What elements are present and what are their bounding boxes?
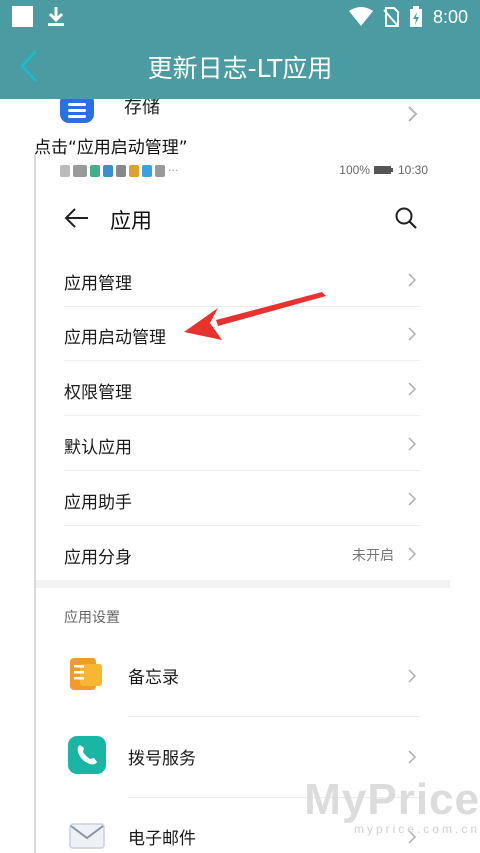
phone-page-title: 应用: [110, 209, 152, 233]
divider: [64, 525, 420, 526]
phone-battery-percent: 100%: [339, 163, 370, 177]
chevron-right-icon: [408, 273, 417, 287]
menu-item-value: 未开启: [352, 548, 394, 564]
section-separator: [36, 580, 450, 588]
app-bar: 更新日志-LT应用: [0, 33, 480, 99]
chevron-right-icon: [408, 750, 417, 764]
annotation-arrow: [184, 292, 326, 340]
phone-battery-icon: [373, 166, 393, 174]
page-title: 更新日志-LT应用: [147, 54, 333, 83]
chevron-right-icon: [408, 669, 417, 683]
app-row-memo[interactable]: 备忘录: [36, 637, 450, 717]
status-bar: 8:00: [0, 0, 480, 33]
phone-icon: [68, 736, 106, 774]
chevron-right-icon: [408, 327, 417, 341]
menu-item-label: 应用管理: [64, 274, 132, 294]
watermark: MyPrice myprice.com.cn: [300, 778, 480, 853]
download-icon: [48, 7, 64, 26]
menu-item-label: 应用助手: [64, 493, 132, 513]
menu-item-app-assistant[interactable]: 应用助手: [36, 472, 450, 526]
menu-item-app-twin[interactable]: 应用分身 未开启: [36, 527, 450, 581]
notification-icons: ···: [60, 164, 179, 177]
partial-storage-row: 存储: [0, 99, 480, 129]
divider: [128, 716, 420, 717]
menu-item-label: 权限管理: [64, 383, 132, 403]
embedded-screenshot: ··· 100% 10:30 应用 应用管理 应用启动管理 权限管理 默认应用 …: [34, 155, 450, 853]
app-label: 拨号服务: [128, 749, 196, 769]
watermark-url: myprice.com.cn: [353, 822, 480, 836]
menu-item-label: 默认应用: [64, 438, 132, 458]
divider: [64, 415, 420, 416]
memo-icon: [70, 658, 102, 690]
menu-item-default-apps[interactable]: 默认应用: [36, 417, 450, 471]
storage-icon: [60, 99, 94, 123]
email-icon: [69, 823, 105, 849]
phone-time: 10:30: [397, 163, 428, 177]
chevron-right-icon: [408, 437, 417, 451]
menu-item-label: 应用启动管理: [64, 328, 166, 348]
app-label: 电子邮件: [128, 829, 196, 849]
divider: [64, 360, 420, 361]
watermark-brand: MyPrice: [304, 775, 480, 824]
notification-square-icon: [12, 6, 33, 27]
storage-label: 存储: [124, 99, 160, 118]
chevron-right-icon: [408, 492, 417, 506]
back-arrow-icon[interactable]: [64, 207, 90, 229]
menu-item-label: 应用分身: [64, 548, 132, 568]
search-icon[interactable]: [394, 206, 418, 230]
no-sim-icon: [383, 7, 399, 27]
phone-header: 应用: [36, 197, 450, 243]
phone-status-bar: ··· 100% 10:30: [36, 155, 450, 187]
app-label: 备忘录: [128, 668, 179, 688]
divider: [64, 470, 420, 471]
menu-item-permission-management[interactable]: 权限管理: [36, 362, 450, 416]
status-time: 8:00: [432, 6, 468, 27]
chevron-right-icon: [408, 547, 417, 561]
chevron-right-icon: [408, 106, 418, 122]
section-title: 应用设置: [64, 610, 120, 626]
wifi-icon: [348, 7, 373, 26]
chevron-right-icon: [408, 382, 417, 396]
battery-charging-icon: [409, 6, 422, 27]
